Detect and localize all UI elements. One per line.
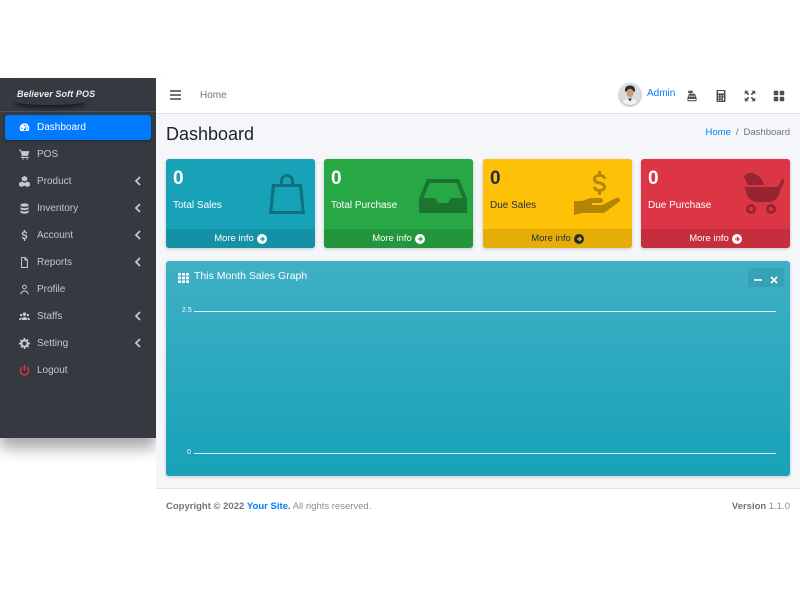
version-label: Version [731,501,767,512]
chevron-left-icon [134,257,142,267]
breadcrumb-home-link[interactable]: Home [706,127,731,138]
stat-label: Due Sales [490,200,537,211]
calculator-icon[interactable] [715,89,727,102]
main-content: Dashboard Home / Dashboard 0 Total Sales M… [156,114,800,488]
cash-register-icon[interactable] [686,89,698,102]
shopping-bag-icon [267,171,307,215]
y-gridline-zero [194,453,776,454]
page-title: Dashboard [166,124,255,144]
stat-value: 0 [648,168,659,189]
sidebar-item-label: POS [37,149,59,160]
cart-icon [17,148,31,162]
baby-carriage-icon [736,171,784,215]
sidebar-item-setting[interactable]: Setting [5,331,151,356]
sidebar-item-profile[interactable]: Profile [5,277,151,302]
gear-icon [17,337,31,351]
sidebar-item-account[interactable]: Account [5,223,151,248]
more-info-link[interactable]: More info [641,229,790,248]
minimize-icon[interactable] [753,272,763,282]
hand-dollar-icon [574,171,626,215]
stat-box-total-purchase: 0 Total Purchase More info [324,159,473,248]
brand-name: Believer Soft POS [17,89,96,99]
more-info-link[interactable]: More info [166,229,315,248]
stat-label: Due Purchase [648,200,712,211]
sidebar-item-inventory[interactable]: Inventory [5,196,151,221]
breadcrumb-separator: / [735,127,739,138]
breadcrumb: Home / Dashboard [706,127,790,138]
brand-link[interactable]: Believer Soft POS [0,78,156,112]
sidebar-item-label: Dashboard [37,122,86,133]
more-info-label: More info [531,233,571,244]
breadcrumb-current: Dashboard [743,127,790,138]
more-info-link[interactable]: More info [483,229,632,248]
y-tick-label: 2.5 [182,307,192,314]
y-tick-label: 0 [187,449,191,456]
version-number: 1.1.0 [768,501,790,512]
more-info-label: More info [214,233,254,244]
user-icon [17,283,31,297]
avatar[interactable] [619,83,641,105]
sales-graph-card: This Month Sales Graph 2.5 0 [166,261,790,476]
stat-value: 0 [331,168,342,189]
apps-grid-icon[interactable] [773,89,785,102]
arrow-circle-right-icon [573,233,584,244]
stat-box-due-purchase: 0 Due Purchase More info [641,159,790,248]
cubes-icon [17,175,31,189]
sidebar-item-reports[interactable]: Reports [5,250,151,275]
more-info-label: More info [689,233,729,244]
hamburger-menu-icon[interactable] [170,90,181,100]
stat-value: 0 [490,168,501,189]
rights-text: All rights reserved. [292,501,372,512]
chevron-left-icon [134,176,142,186]
sidebar-item-product[interactable]: Product [5,169,151,194]
sidebar-item-dashboard[interactable]: Dashboard [5,115,151,140]
site-link[interactable]: Your Site. [247,501,291,512]
topbar-home-link[interactable]: Home [200,90,227,101]
sidebar-item-label: Profile [37,284,66,295]
topbar: Home Admin [156,78,800,114]
sales-graph-title: This Month Sales Graph [194,270,308,282]
stat-label: Total Purchase [331,200,398,211]
users-icon [17,310,31,324]
arrow-circle-right-icon [731,233,742,244]
copyright: Copyright © 2022 Your Site. All rights r… [166,501,371,512]
chevron-left-icon [134,338,142,348]
sidebar-item-logout[interactable]: Logout [5,358,151,383]
database-icon [17,202,31,216]
sidebar-item-label: Logout [37,365,68,376]
stat-box-due-sales: 0 Due Sales More info [483,159,632,248]
stat-value: 0 [173,168,184,189]
table-icon [178,270,189,283]
chevron-left-icon [134,230,142,240]
sidebar: Believer Soft POS Dashboard POS Product … [0,78,156,438]
copyright-prefix: Copyright © 2022 [166,501,245,512]
sales-graph-header: This Month Sales Graph [166,261,790,287]
app-window: Believer Soft POS Dashboard POS Product … [0,78,800,528]
more-info-label: More info [372,233,412,244]
stat-box-total-sales: 0 Total Sales More info [166,159,315,248]
card-tools [748,268,784,287]
stat-label: Total Sales [173,200,222,211]
arrow-circle-right-icon [256,233,267,244]
close-icon[interactable] [769,272,779,284]
arrow-circle-right-icon [414,233,425,244]
chevron-left-icon [134,311,142,321]
page-footer: Copyright © 2022 Your Site. All rights r… [156,488,800,524]
sidebar-item-pos[interactable]: POS [5,142,151,167]
y-gridline-top [194,311,776,312]
tachometer-icon [17,121,31,135]
sidebar-nav: Dashboard POS Product Inventory Account [5,115,151,385]
inbox-icon [419,171,467,215]
file-icon [17,256,31,270]
dollar-icon [17,229,31,243]
more-info-link[interactable]: More info [324,229,473,248]
user-name-link[interactable]: Admin [647,88,675,99]
chevron-left-icon [134,203,142,213]
version-info: Version 1.1.0 [732,501,790,512]
sidebar-item-staffs[interactable]: Staffs [5,304,151,329]
power-icon [17,364,31,378]
fullscreen-icon[interactable] [744,89,756,102]
